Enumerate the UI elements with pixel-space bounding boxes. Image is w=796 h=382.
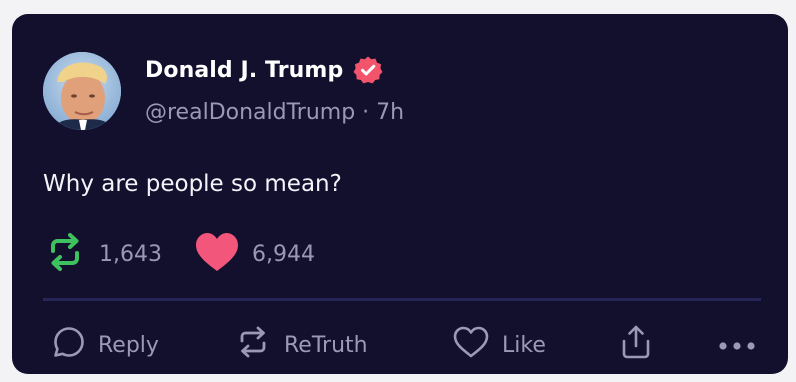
author-name-row: Donald J. Trump xyxy=(145,55,383,85)
retruth-button[interactable]: ReTruth xyxy=(234,326,368,364)
author-handle-time[interactable]: @realDonaldTrump · 7h xyxy=(145,100,404,125)
heart-outline-icon xyxy=(452,325,490,365)
post-text: Why are people so mean? xyxy=(43,171,342,197)
author-display-name[interactable]: Donald J. Trump xyxy=(145,58,343,83)
comment-icon xyxy=(52,325,86,365)
post-stats: 1,643 6,944 xyxy=(43,232,315,276)
like-button[interactable]: Like xyxy=(452,326,546,364)
like-label: Like xyxy=(502,332,546,358)
reply-button[interactable]: Reply xyxy=(52,326,159,364)
retruth-count-stat[interactable]: 1,643 xyxy=(43,230,162,278)
retruth-count: 1,643 xyxy=(99,241,162,267)
like-count-stat[interactable]: 6,944 xyxy=(194,231,315,277)
more-dots-icon xyxy=(717,333,757,358)
retruth-icon xyxy=(43,230,87,278)
retruth-icon xyxy=(234,324,272,366)
share-icon xyxy=(619,324,653,366)
like-count: 6,944 xyxy=(251,241,315,267)
action-bar: Reply ReTruth Like xyxy=(52,324,762,366)
more-options-button[interactable] xyxy=(717,326,757,364)
verified-badge-icon xyxy=(353,55,383,85)
divider xyxy=(43,298,761,301)
retruth-label: ReTruth xyxy=(284,332,368,358)
heart-filled-icon xyxy=(194,231,240,277)
share-button[interactable] xyxy=(619,324,653,366)
avatar-image xyxy=(43,52,121,130)
post-card: Donald J. Trump @realDonaldTrump · 7h Wh… xyxy=(12,14,788,374)
reply-label: Reply xyxy=(98,332,159,358)
avatar[interactable] xyxy=(43,52,121,130)
